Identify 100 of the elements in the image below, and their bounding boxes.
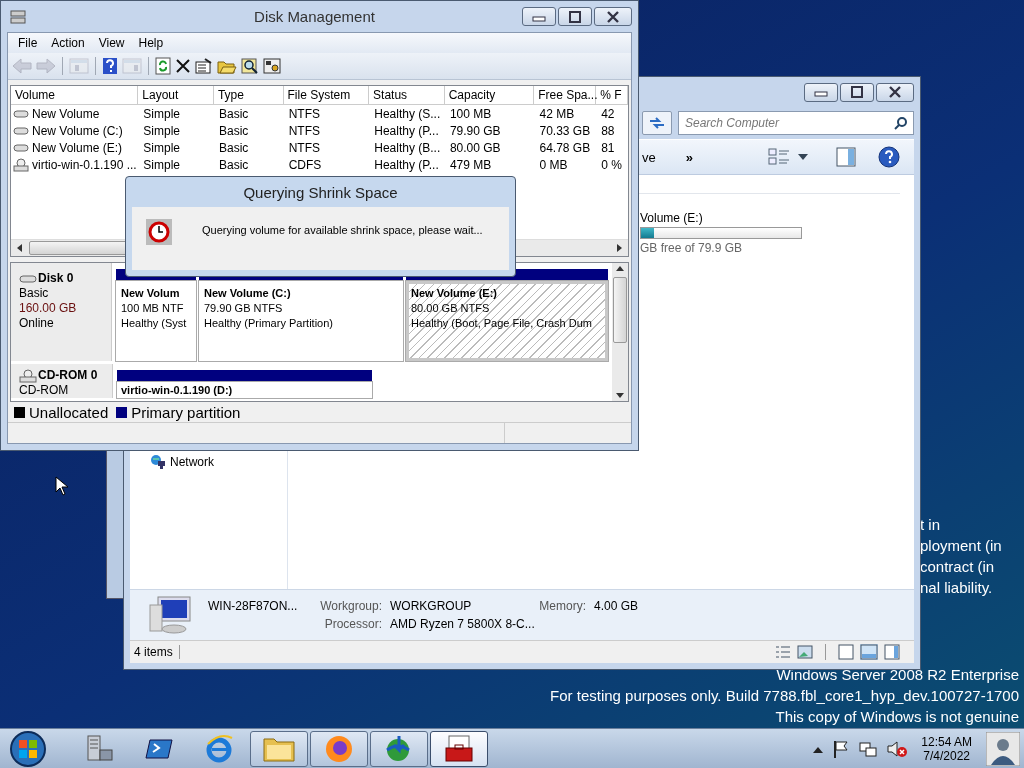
close-icon [606, 10, 620, 23]
menu-item[interactable]: View [98, 36, 125, 50]
disk-name: CD-ROM 0 [38, 368, 98, 383]
detail-value: AMD Ryzen 7 5800X 8-C... [390, 617, 536, 631]
table-cell-text: 0 % [600, 157, 623, 172]
status-text: 4 items [134, 645, 180, 659]
restore-icon [568, 10, 582, 23]
toolbar-item[interactable]: ve [642, 149, 656, 165]
maximize-button[interactable] [558, 7, 592, 26]
desktop-text: ployment (in [920, 536, 1002, 556]
table-cell: New Volume [32, 106, 100, 121]
help-icon[interactable] [102, 57, 118, 75]
folder-icon[interactable] [217, 58, 237, 74]
folder-icon [262, 735, 296, 763]
caret-icon[interactable] [798, 154, 808, 160]
layout-icon[interactable] [838, 644, 854, 660]
drive-icon [13, 142, 29, 153]
table-cell-text: Simple [142, 140, 182, 155]
column-header[interactable]: Capacity [444, 86, 535, 104]
clock[interactable]: 12:54 AM 7/4/2022 [921, 735, 972, 763]
more-button[interactable]: » [685, 149, 693, 165]
detail-label: Memory: [538, 599, 586, 613]
menu-item[interactable]: Action [51, 36, 85, 50]
scrollbar-thumb[interactable] [613, 277, 627, 343]
search-field[interactable]: Search Computer [678, 111, 914, 135]
start-button[interactable] [8, 729, 48, 768]
table-cell-text: 64.78 GB [538, 140, 592, 155]
table-cell-text: 100 MB [448, 106, 493, 121]
menu-item[interactable]: File [18, 36, 38, 50]
layout-icon[interactable] [884, 644, 900, 660]
menu-item[interactable]: Help [138, 36, 164, 50]
search-icon [894, 116, 908, 130]
partition-name: virtio-win-0.1.190 (D:) [121, 383, 234, 397]
disk-info: Basic [19, 286, 50, 301]
delete-icon[interactable] [175, 58, 191, 74]
network-icon [150, 454, 166, 470]
table-cell-text: NTFS [287, 123, 321, 138]
partition-status: Healthy (Primary Partition) [204, 316, 334, 331]
taskbar-button[interactable] [310, 731, 368, 767]
column-header[interactable]: Free Spa... [534, 86, 597, 104]
mouse-cursor-icon [55, 476, 69, 496]
vertical-scrollbar[interactable] [612, 263, 628, 401]
close-button[interactable] [876, 82, 914, 102]
table-cell-text: Basic [218, 123, 250, 138]
taskbar-button[interactable] [370, 731, 428, 767]
column-header[interactable]: File System [283, 86, 370, 104]
column-header[interactable]: % F [596, 86, 628, 104]
close-button[interactable] [594, 7, 632, 26]
taskbar-button[interactable] [250, 731, 308, 767]
flag-icon[interactable] [833, 740, 850, 758]
network-icon[interactable] [859, 740, 878, 758]
detail-value: 4.00 GB [594, 599, 640, 613]
minimize-button[interactable] [804, 82, 838, 102]
drive-free-space: GB free of 79.9 GB [640, 241, 744, 255]
cd-drive-icon [13, 157, 29, 172]
column-header[interactable]: Type [213, 86, 284, 104]
taskbar-button[interactable] [430, 731, 488, 767]
drive-icon [13, 108, 29, 119]
column-header[interactable]: Layout [138, 86, 214, 104]
partition-name: New Volume (C:) [204, 286, 292, 301]
window-title: Disk Management [253, 8, 376, 25]
table-cell-text: Simple [142, 123, 182, 138]
user-avatar[interactable] [986, 732, 1020, 766]
help-icon[interactable] [878, 146, 900, 168]
table-cell-text: 80.00 GB [448, 140, 502, 155]
settings-icon[interactable] [263, 58, 281, 74]
nav-item[interactable]: Network [150, 454, 287, 470]
table-cell-text: 479 MB [448, 157, 493, 172]
disk-info: Online [19, 316, 55, 331]
table-cell-text: Basic [218, 157, 250, 172]
partition-name: New Volume (E:) [411, 286, 498, 301]
drive-name: Volume (E:) [640, 211, 704, 225]
partition-status: Healthy (Boot, Page File, Crash Dum [411, 316, 593, 331]
preview-pane-icon[interactable] [836, 147, 856, 167]
toolbox-icon [443, 734, 475, 764]
table-cell-text: NTFS [287, 106, 321, 121]
legend-label: Primary partition [131, 403, 241, 421]
detail-label: Workgroup: [319, 599, 382, 613]
magnifier-icon[interactable] [241, 58, 259, 74]
properties-icon[interactable] [195, 58, 213, 74]
table-cell-text: 70.33 GB [538, 123, 592, 138]
drive-icon [13, 125, 29, 136]
minimize-button[interactable] [522, 7, 556, 26]
table-cell: virtio-win-0.1.190 ... [32, 157, 137, 172]
disk-info: CD-ROM [19, 383, 70, 398]
column-header[interactable]: Status [369, 86, 445, 104]
column-header[interactable]: Volume [11, 86, 139, 104]
server-icon [84, 734, 114, 764]
refresh-icon[interactable] [155, 57, 171, 75]
disk-name: Disk 0 [38, 271, 74, 286]
table-cell-text: CDFS [287, 157, 323, 172]
refresh-button[interactable] [642, 111, 672, 135]
close-icon [888, 86, 902, 98]
partition-size: 100 MB NTF [121, 301, 185, 316]
table-cell-text: 79.90 GB [448, 123, 502, 138]
maximize-button[interactable] [840, 82, 874, 102]
table-cell-text: Basic [218, 140, 250, 155]
table-cell-text: Simple [142, 157, 182, 172]
speaker-muted-icon[interactable] [887, 740, 908, 758]
caret-icon[interactable] [813, 745, 824, 753]
